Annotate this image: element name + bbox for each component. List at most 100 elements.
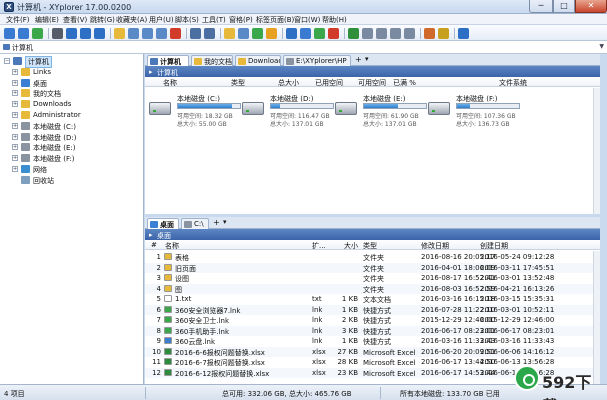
tree-item[interactable]: + 本地磁盘 (F:) <box>0 153 140 163</box>
tree-item[interactable]: + 桌面 <box>0 78 140 88</box>
close-button[interactable]: ✕ <box>575 0 607 13</box>
drive-item[interactable]: 本地磁盘 (C:) 可用空间: 18.32 GB 总大小: 55.00 GB <box>149 94 244 132</box>
expand-icon[interactable]: + <box>12 101 18 108</box>
app-icon[interactable]: X <box>4 2 14 12</box>
layout1-icon[interactable] <box>362 28 373 39</box>
col-used[interactable]: 已用空间 <box>315 78 343 88</box>
tree-icon[interactable] <box>348 28 359 39</box>
expand-icon[interactable]: + <box>12 155 18 162</box>
address-bar[interactable]: 计算机 ▼ <box>0 41 607 54</box>
col-total[interactable]: 总大小 <box>278 78 299 88</box>
edit-icon[interactable] <box>252 28 263 39</box>
col-modified[interactable]: 修改日期 <box>421 241 449 251</box>
back-icon[interactable] <box>4 28 15 39</box>
drive-item[interactable]: 本地磁盘 (F:) 可用空间: 107.36 GB 总大小: 136.73 GB <box>428 94 523 132</box>
tree-item[interactable]: 回收站 <box>0 175 140 185</box>
filter-green-icon[interactable] <box>314 28 325 39</box>
properties-icon[interactable] <box>238 28 249 39</box>
redo-icon[interactable] <box>204 28 215 39</box>
table-row[interactable]: 2 旧页面 文件夹 2016-04-01 18:06:09 2016-03-11 17:… <box>145 262 600 273</box>
breadcrumb[interactable]: ▸ 计算机 <box>145 66 600 77</box>
top-scrollbar[interactable] <box>593 88 600 214</box>
table-row[interactable]: 10 2016-6-6报权问题替换.xlsx xlsx 27 KB Microsoft … <box>145 346 600 357</box>
menu-file[interactable]: 文件(F) <box>6 15 30 25</box>
chevron-down-icon[interactable]: ▼ <box>599 43 604 50</box>
up-icon[interactable] <box>32 28 43 39</box>
col-free[interactable]: 可用空间 <box>358 78 386 88</box>
layout4-icon[interactable] <box>404 28 415 39</box>
add-tab-button[interactable]: + <box>213 218 220 227</box>
tree-item[interactable]: + Downloads <box>0 99 140 109</box>
tree-item[interactable]: + 本地磁盘 (D:) <box>0 132 140 142</box>
tab-list-button[interactable]: ▾ <box>223 218 227 226</box>
table-row[interactable]: 7 360安全卫士.lnk lnk 2 KB 快捷方式 2015-12-29 12:46:… <box>145 315 600 325</box>
delete-icon[interactable] <box>170 28 181 39</box>
computer-icon[interactable] <box>52 28 63 39</box>
tree-item[interactable]: + 本地磁盘 (E:) <box>0 142 140 152</box>
col-percent[interactable]: 已满 % <box>393 78 416 88</box>
col-size[interactable]: 大小 <box>344 241 358 251</box>
table-row[interactable]: 6 360安全浏览器7.lnk lnk 1 KB 快捷方式 2016-07-28 11:2… <box>145 304 600 315</box>
expand-icon[interactable]: + <box>12 166 18 172</box>
col-type[interactable]: 类型 <box>363 241 377 251</box>
breadcrumb[interactable]: ▸ 桌面 <box>145 229 600 240</box>
table-row[interactable]: 1 表格 文件夹 2016-08-16 20:05:17 2016-05-24 09:1… <box>145 252 600 262</box>
tree-item[interactable]: + 我的文档 <box>0 88 140 98</box>
target-icon[interactable] <box>66 28 77 39</box>
drive-item[interactable]: 本地磁盘 (D:) 可用空间: 116.47 GB 总大小: 137.01 GB <box>242 94 337 132</box>
forward-icon[interactable] <box>18 28 29 39</box>
expand-icon[interactable]: + <box>12 122 18 129</box>
menu-pane[interactable]: 窗格(P) <box>229 15 253 25</box>
expand-icon[interactable]: + <box>12 90 18 97</box>
new-folder-icon[interactable] <box>224 28 235 39</box>
expand-icon[interactable]: + <box>12 144 18 151</box>
tree-item[interactable]: + Administrator <box>0 110 140 120</box>
menu-tabs[interactable]: 标签页面(B) <box>256 15 294 25</box>
expand-icon[interactable]: + <box>12 133 18 140</box>
menu-view[interactable]: 查看(V) <box>63 15 87 25</box>
menu-user[interactable]: 用户(U) <box>149 15 174 25</box>
expand-icon[interactable]: + <box>12 112 18 118</box>
collapse-icon[interactable]: − <box>4 58 10 64</box>
tree-item[interactable]: + 网络 <box>0 164 140 174</box>
col-type[interactable]: 类型 <box>231 78 245 88</box>
menu-edit[interactable]: 编辑(E) <box>35 15 59 25</box>
undo-icon[interactable] <box>190 28 201 39</box>
menu-help[interactable]: 帮助(H) <box>322 15 347 25</box>
col-number[interactable]: # <box>151 241 157 249</box>
col-created[interactable]: 创建日期 <box>480 241 508 251</box>
globe-icon[interactable] <box>94 28 105 39</box>
menu-favorites[interactable]: 收藏夹(A) <box>116 15 147 25</box>
col-name[interactable]: 名称 <box>165 241 179 251</box>
layout3-icon[interactable] <box>390 28 401 39</box>
gear-icon[interactable] <box>458 28 469 39</box>
menu-window[interactable]: 窗口(W) <box>294 15 320 25</box>
expand-icon[interactable]: + <box>12 79 18 86</box>
folder-icon[interactable] <box>114 28 125 39</box>
tab-c-drive[interactable]: C:\ <box>181 218 209 229</box>
tab-xyplorer-hp[interactable]: E:\XYplorer\HP <box>283 55 351 66</box>
col-ext[interactable]: 扩... <box>312 241 326 251</box>
copy-icon[interactable] <box>128 28 139 39</box>
red-ball-icon[interactable] <box>328 28 339 39</box>
menu-script[interactable]: 脚本(S) <box>175 15 199 25</box>
catalog-icon[interactable] <box>424 28 435 39</box>
tree-item[interactable]: + 本地磁盘 (C:) <box>0 121 140 131</box>
tree-item[interactable]: + Links <box>0 67 140 77</box>
expand-icon[interactable]: + <box>12 68 18 75</box>
search-icon[interactable] <box>286 28 297 39</box>
add-tab-button[interactable]: + <box>355 55 362 64</box>
menu-tools[interactable]: 工具(T) <box>202 15 226 25</box>
move-icon[interactable] <box>156 28 167 39</box>
tab-documents[interactable]: 我的文档 <box>191 55 233 66</box>
drive-item[interactable]: 本地磁盘 (E:) 可用空间: 61.90 GB 总大小: 137.01 GB <box>335 94 430 132</box>
filter-icon[interactable] <box>300 28 311 39</box>
minimize-button[interactable]: ─ <box>529 0 553 13</box>
tree-item[interactable]: − 计算机 <box>0 56 140 68</box>
circle-icon[interactable] <box>80 28 91 39</box>
table-row[interactable]: 4 图文件夹 2016-08-03 16:52:59 2016-04-21 16:13… <box>145 283 600 294</box>
col-filesystem[interactable]: 文件系统 <box>499 78 527 88</box>
table-row[interactable]: 5 1.txt txt 1 KB 文本文档 2016-03-16 16:15:18 2016… <box>145 294 600 304</box>
maximize-button[interactable]: □ <box>553 0 575 13</box>
table-row[interactable]: 3 设图 文件夹 2016-08-17 16:52:41 2016-03-01 13:5… <box>145 273 600 283</box>
